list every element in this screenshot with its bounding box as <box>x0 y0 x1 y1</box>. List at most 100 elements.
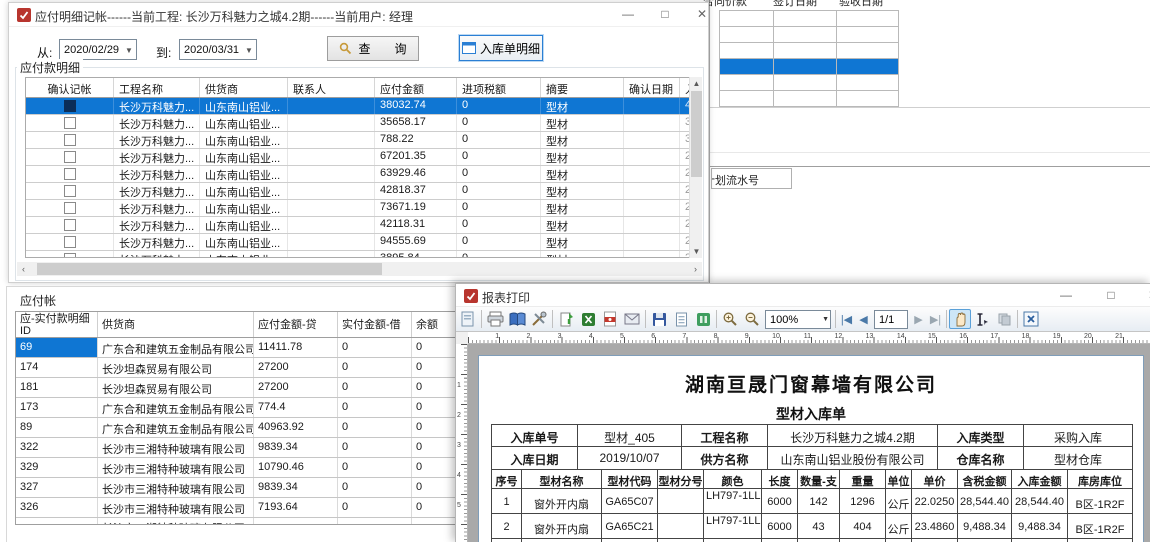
copy-icon[interactable] <box>993 309 1015 329</box>
confirm-checkbox[interactable] <box>64 185 76 197</box>
hand-tool-icon[interactable] <box>949 309 971 329</box>
confirm-checkbox[interactable] <box>64 168 76 180</box>
confirm-checkbox[interactable] <box>64 202 76 214</box>
column-header[interactable]: 工程名称 <box>114 78 200 97</box>
table-row[interactable]: 326 长沙市三湘特种玻璃有限公司 7193.64 0 0 <box>16 498 457 518</box>
table-body: 69 广东合和建筑五金制品有限公司 11411.78 0 0 174 长沙坦森贸… <box>16 338 457 525</box>
zoom-out-icon[interactable] <box>741 309 763 329</box>
column-header[interactable]: 余额 <box>412 312 457 337</box>
table-row[interactable]: 长沙万科魅力... 山东南山铝业... 67201.35 0 型材 283 <box>26 149 700 166</box>
table-row[interactable]: 174 长沙坦森贸易有限公司 27200 0 0 <box>16 358 457 378</box>
scrollbar-thumb[interactable] <box>691 91 702 177</box>
excel-export-icon[interactable] <box>577 309 599 329</box>
single-page-icon[interactable] <box>670 309 692 329</box>
cell-paid: 0 <box>338 438 412 457</box>
mail-icon[interactable] <box>621 309 643 329</box>
confirm-checkbox[interactable] <box>64 117 76 129</box>
confirm-checkbox[interactable] <box>64 236 76 248</box>
table-row[interactable] <box>720 58 898 74</box>
plan-serial-field[interactable]: 计划流水号 <box>711 168 792 189</box>
column-header[interactable]: 确认记帐 <box>26 78 114 97</box>
table-row[interactable] <box>720 74 898 90</box>
minimize-button[interactable]: — <box>1051 286 1081 305</box>
column-header[interactable]: 供货商 <box>200 78 288 97</box>
text-select-icon[interactable] <box>971 309 993 329</box>
confirm-checkbox[interactable] <box>64 151 76 163</box>
column-header[interactable]: 联系人 <box>288 78 375 97</box>
table-row[interactable]: 长沙万科魅力... 山东南山铝业... 42818.37 0 型材 275 <box>26 183 700 200</box>
column-header[interactable]: 进项税额 <box>457 78 541 97</box>
table-row[interactable] <box>720 26 898 42</box>
search-icon <box>339 42 352 55</box>
close-preview-icon[interactable] <box>1020 309 1042 329</box>
table-row[interactable]: 长沙万科魅力 山东南山铝业 3895.84 0 型材 250 <box>26 251 700 258</box>
query-button[interactable]: 查 询 <box>327 36 419 61</box>
titlebar[interactable]: 应付明细记帐------当前工程: 长沙万科魅力之城4.2期------当前用户… <box>9 3 708 27</box>
column-header[interactable]: 摘要 <box>541 78 624 97</box>
table-row[interactable]: 长沙万科魅力... 山东南山铝业... 94555.69 0 型材 251 <box>26 234 700 251</box>
cell-balance: 0 <box>412 358 457 377</box>
table-row[interactable]: 69 广东合和建筑五金制品有限公司 11411.78 0 0 <box>16 338 457 358</box>
scroll-down-icon[interactable]: ▼ <box>690 245 703 258</box>
table-row[interactable]: 长沙万科魅力... 山东南山铝业... 73671.19 0 型材 266 <box>26 200 700 217</box>
table-row[interactable] <box>720 90 898 106</box>
pdf-export-icon[interactable] <box>599 309 621 329</box>
maximize-button[interactable]: □ <box>650 5 680 24</box>
first-page-button[interactable]: |◀ <box>838 313 855 326</box>
table-row[interactable]: 长沙万科魅力... 山东南山铝业... 38032.74 0 型材 405 <box>26 98 700 115</box>
page-setup-icon[interactable] <box>457 309 479 329</box>
vertical-scrollbar[interactable]: ▲ ▼ <box>689 77 702 258</box>
confirm-checkbox[interactable] <box>64 253 76 258</box>
table-row[interactable]: 327 长沙市三湘特种玻璃有限公司 9839.34 0 0 <box>16 478 457 498</box>
table-row[interactable]: 长沙万科魅力... 山东南山铝业... 42118.31 0 型材 265 <box>26 217 700 234</box>
column-header[interactable]: 确认日期 <box>624 78 680 97</box>
inbound-detail-button[interactable]: 入库单明细 <box>459 35 543 61</box>
archive-icon[interactable] <box>692 309 714 329</box>
last-page-button[interactable]: ▶| <box>927 313 944 326</box>
table-row[interactable]: 89 广东合和建筑五金制品有限公司 40963.92 0 0 <box>16 418 457 438</box>
scrollbar-thumb[interactable] <box>37 263 382 275</box>
detail-column-header: 序号 <box>492 470 522 488</box>
close-button[interactable]: ✕ <box>1138 286 1150 305</box>
table-row[interactable]: 长沙市三湘特种玻璃有限公司 <box>16 518 457 525</box>
page-number-input[interactable] <box>874 310 908 329</box>
book-icon[interactable] <box>506 309 528 329</box>
cell-project: 长沙万科魅力... <box>114 217 200 233</box>
prev-page-button[interactable]: ◀ <box>855 313 872 326</box>
scroll-left-icon[interactable]: ‹ <box>17 262 30 276</box>
table-row[interactable]: 长沙万科魅力... 山东南山铝业... 63929.46 0 型材 276 <box>26 166 700 183</box>
minimize-button[interactable]: — <box>613 5 643 24</box>
table-row[interactable]: 181 长沙坦森贸易有限公司 27200 0 0 <box>16 378 457 398</box>
design-tools-icon[interactable] <box>528 309 550 329</box>
table-row[interactable] <box>720 42 898 58</box>
cell-payable: 9839.34 <box>254 438 338 457</box>
table-row[interactable]: 长沙万科魅力... 山东南山铝业... 35658.17 0 型材 376 <box>26 115 700 132</box>
table-row[interactable]: 329 长沙市三湘特种玻璃有限公司 10790.46 0 0 <box>16 458 457 478</box>
maximize-button[interactable]: □ <box>1096 286 1126 305</box>
column-header[interactable]: 应付金额-贷 <box>254 312 338 337</box>
divider <box>552 310 553 328</box>
column-header[interactable]: 应-实付款明细ID <box>16 312 98 337</box>
titlebar[interactable]: 报表打印 — □ ✕ <box>456 284 1150 308</box>
table-row[interactable]: 322 长沙市三湘特种玻璃有限公司 9839.34 0 0 <box>16 438 457 458</box>
table-row[interactable]: 173 广东合和建筑五金制品有限公司 774.4 0 0 <box>16 398 457 418</box>
scroll-up-icon[interactable]: ▲ <box>690 77 703 90</box>
table-row[interactable] <box>720 10 898 26</box>
confirm-checkbox[interactable] <box>64 134 76 146</box>
zoom-in-icon[interactable] <box>719 309 741 329</box>
column-header[interactable]: 应付金额 <box>375 78 457 97</box>
table-row[interactable]: 长沙万科魅力... 山东南山铝业... 788.22 0 型材 358 <box>26 132 700 149</box>
close-button[interactable]: ✕ <box>687 5 717 24</box>
save-icon[interactable] <box>648 309 670 329</box>
column-header[interactable]: 实付金额-借 <box>338 312 412 337</box>
scroll-right-icon[interactable]: › <box>689 262 702 276</box>
preview-page-area[interactable]: 湖南亘晟门窗幕墙有限公司 型材入库单 入库单号型材_405工程名称长沙万科魅力之… <box>468 344 1150 542</box>
confirm-checkbox[interactable] <box>64 100 76 112</box>
export-icon[interactable] <box>555 309 577 329</box>
confirm-checkbox[interactable] <box>64 219 76 231</box>
cell-length: 6000 <box>762 489 798 513</box>
column-header[interactable]: 供货商 <box>98 312 254 337</box>
print-icon[interactable] <box>484 309 506 329</box>
next-page-button[interactable]: ▶ <box>910 313 927 326</box>
horizontal-scrollbar[interactable]: ‹ › <box>17 262 702 276</box>
